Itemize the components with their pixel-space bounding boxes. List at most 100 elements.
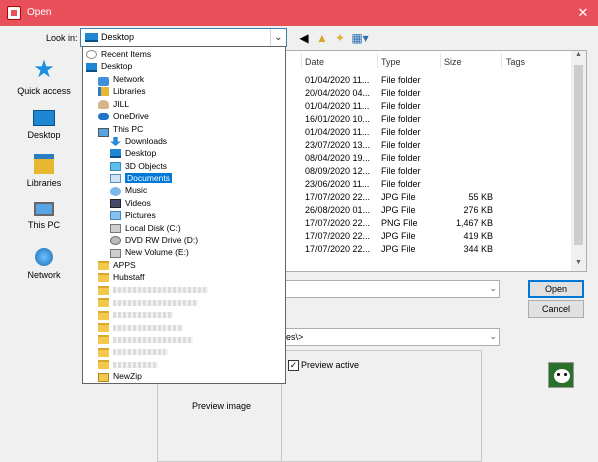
cell-type: File folder [381,179,421,189]
preview-active-label: Preview active [301,360,360,370]
dropdown-item[interactable]: Desktop [110,147,156,159]
down-icon [110,137,121,147]
cell-date: 26/08/2020 01... [305,205,371,215]
dropdown-item-label: Desktop [101,61,133,72]
dropdown-item-label: Music [125,185,148,196]
network-icon [35,248,53,266]
app-icon [7,6,21,20]
chevron-down-icon[interactable]: ⌄ [489,331,497,342]
close-icon[interactable]: ✕ [574,4,592,22]
dropdown-item[interactable]: Music [110,184,147,196]
dropdown-item[interactable]: Videos [110,197,151,209]
cell-type: PNG File [381,218,418,228]
dropdown-item[interactable]: Pictures [110,209,156,221]
cell-date: 17/07/2020 22... [305,231,371,241]
new-folder-icon[interactable]: ✦ [332,30,348,46]
scroll-down-icon[interactable]: ▼ [571,259,586,271]
dropdown-item[interactable]: Local Disk (C:) [110,222,181,234]
user-icon [98,99,109,109]
title-bar [0,0,598,26]
dropdown-item[interactable]: New Volume (E:) [110,246,189,258]
star-icon: ★ [33,56,55,83]
cell-type: File folder [381,140,421,150]
dropdown-item[interactable]: APPS [98,259,136,271]
up-folder-icon[interactable]: ▲ [314,30,330,46]
scroll-up-icon[interactable]: ▲ [571,51,586,63]
cancel-button[interactable]: Cancel [528,300,584,318]
dropdown-item[interactable]: Libraries [98,85,146,97]
place-quick-access[interactable]: ★ Quick access [9,56,79,97]
dropdown-item[interactable]: NewZip [98,370,142,382]
disk-icon [110,223,121,233]
dropdown-item-label: DVD RW Drive (D:) [125,235,199,245]
dropdown-item[interactable]: This PC [98,122,144,138]
chevron-down-icon[interactable]: ⌄ [270,29,286,46]
dropdown-item[interactable] [98,284,208,296]
cell-size: 276 KB [463,205,493,215]
dropdown-item[interactable] [98,308,173,320]
chevron-down-icon[interactable]: ⌄ [489,283,497,294]
open-button[interactable]: Open [528,280,584,298]
dropdown-item[interactable] [98,296,198,308]
place-label: Libraries [26,178,62,188]
dropdown-item-label: Hubstaff [113,272,145,283]
cell-type: File folder [381,166,421,176]
file-name-field[interactable]: ⌄ [283,280,500,298]
pc-icon [98,128,109,138]
file-type-select[interactable]: es\> ⌄ [283,328,500,346]
back-icon[interactable]: ◀ [296,30,312,46]
place-libraries[interactable]: Libraries [9,150,79,188]
dropdown-item[interactable] [98,321,183,333]
column-tags[interactable]: Tags [506,57,525,67]
dropdown-item[interactable]: Hubstaff [98,271,145,283]
column-date[interactable]: Date [305,57,324,67]
dropdown-item[interactable] [98,346,168,358]
dropdown-item[interactable] [98,333,193,345]
dropdown-item[interactable]: Desktop [86,60,132,72]
place-label: This PC [27,220,60,230]
folder-icon [98,285,109,295]
place-this-pc[interactable]: This PC [9,196,79,230]
cell-type: JPG File [381,192,416,202]
cell-type: File folder [381,88,421,98]
dropdown-item[interactable]: Downloads [110,135,167,147]
dropdown-item[interactable]: DVD RW Drive (D:) [110,234,198,246]
dropdown-item-label: JILL [113,98,130,109]
redacted-label [113,287,208,294]
vertical-scrollbar[interactable]: ▲ ▼ [571,51,586,271]
folder-icon [98,335,109,345]
dropdown-item-label: New Volume (E:) [125,247,189,258]
dropdown-item[interactable]: JILL [98,98,129,110]
cloud-icon [98,113,109,121]
cell-date: 17/07/2020 22... [305,218,371,228]
cell-date: 01/04/2020 11... [305,101,370,111]
dropdown-item-label: This PC [113,124,144,135]
place-desktop[interactable]: Desktop [9,104,79,140]
place-network[interactable]: Network [9,244,79,280]
dropdown-item[interactable]: Documents [110,172,172,184]
dropdown-item[interactable]: Recent Items [86,48,151,60]
window-title: Open [27,7,52,18]
redacted-label [113,336,193,343]
redacted-label [113,361,158,368]
dvd-icon [110,236,121,246]
column-size[interactable]: Size [444,57,462,67]
view-menu-icon[interactable]: ▦▾ [350,30,370,46]
preview-active-checkbox[interactable]: ✓ [288,360,299,371]
zip-icon [98,372,109,382]
dropdown-item-label: OneDrive [113,111,149,121]
dropdown-item[interactable]: OneDrive [98,110,149,122]
scroll-thumb[interactable] [574,65,583,245]
column-type[interactable]: Type [381,57,401,67]
dropdown-item-label: Videos [125,197,151,208]
desktop-icon [85,33,98,42]
dropdown-item[interactable]: Network [98,73,144,87]
cell-size: 55 KB [468,192,493,202]
look-in-combo[interactable]: Desktop ⌄ [80,28,287,47]
look-in-dropdown[interactable]: Recent Items Desktop Network Libraries JILL O… [82,46,286,384]
dropdown-item[interactable]: 3D Objects [110,160,167,172]
dropdown-item[interactable] [98,358,158,370]
redacted-label [113,324,183,331]
column-separator [501,53,502,68]
places-bar: ★ Quick access Desktop Libraries This PC… [9,50,79,290]
